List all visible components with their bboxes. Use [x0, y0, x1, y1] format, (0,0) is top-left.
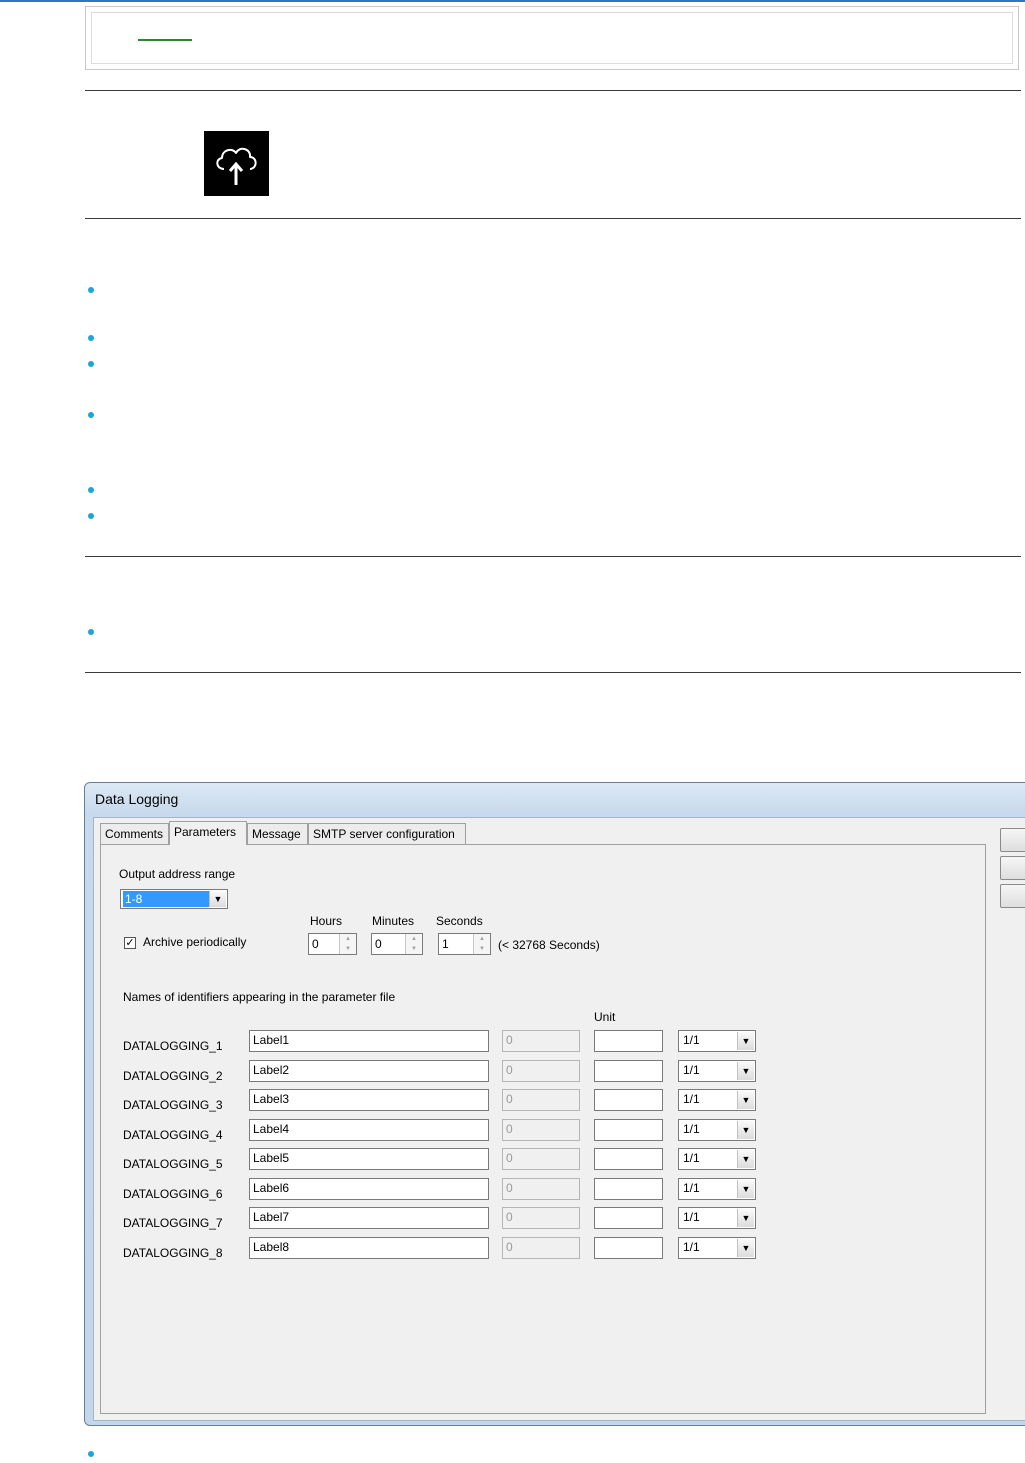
- chevron-down-icon: ▼: [737, 1209, 754, 1227]
- identifier-unit-input[interactable]: [594, 1178, 663, 1200]
- identifier-value-field: 0: [502, 1119, 580, 1141]
- seconds-spinner[interactable]: 1 ▲ ▼: [438, 933, 491, 955]
- chevron-down-icon: ▼: [737, 1180, 754, 1198]
- identifier-value-field: 0: [502, 1030, 580, 1052]
- identifier-ratio-select[interactable]: 1/1 ▼: [678, 1148, 756, 1170]
- bullet-icon: [88, 412, 94, 418]
- chevron-down-icon: ▼: [737, 1121, 754, 1139]
- archive-periodically-label: Archive periodically: [143, 935, 247, 949]
- seconds-label: Seconds: [436, 914, 483, 928]
- identifier-value-field: 0: [502, 1089, 580, 1111]
- note-link[interactable]: [138, 39, 192, 41]
- identifier-label-input[interactable]: Label7: [249, 1207, 489, 1229]
- bullet-icon: [88, 487, 94, 493]
- spin-down-icon[interactable]: ▼: [474, 944, 490, 954]
- identifier-unit-input[interactable]: [594, 1030, 663, 1052]
- divider: [85, 90, 1021, 91]
- bullet-icon: [88, 287, 94, 293]
- identifier-value-field: 0: [502, 1060, 580, 1082]
- identifier-label-input[interactable]: Label5: [249, 1148, 489, 1170]
- tab-message[interactable]: Message: [247, 823, 308, 844]
- bullet-icon: [88, 629, 94, 635]
- cloud-upload-icon: [204, 131, 269, 196]
- chevron-down-icon: ▼: [737, 1239, 754, 1257]
- ok-button[interactable]: [1000, 828, 1025, 852]
- chevron-down-icon: ▼: [737, 1091, 754, 1109]
- identifier-name: DATALOGGING_3: [123, 1098, 223, 1112]
- divider: [85, 218, 1021, 219]
- identifier-name: DATALOGGING_6: [123, 1187, 223, 1201]
- bullet-icon: [88, 361, 94, 367]
- chevron-down-icon: ▼: [737, 1032, 754, 1050]
- identifier-unit-input[interactable]: [594, 1089, 663, 1111]
- unit-label: Unit: [594, 1010, 616, 1024]
- tab-smtp-server-configuration[interactable]: SMTP server configuration: [308, 823, 466, 844]
- top-accent-line: [0, 0, 1025, 2]
- chevron-down-icon: ▼: [737, 1150, 754, 1168]
- tab-comments[interactable]: Comments: [100, 823, 169, 844]
- divider: [85, 672, 1021, 673]
- chevron-down-icon: ▼: [737, 1062, 754, 1080]
- minutes-spinner[interactable]: 0 ▲ ▼: [371, 933, 423, 955]
- identifier-ratio-select[interactable]: 1/1 ▼: [678, 1030, 756, 1052]
- identifier-value-field: 0: [502, 1207, 580, 1229]
- spin-down-icon[interactable]: ▼: [340, 944, 356, 954]
- identifier-ratio-select[interactable]: 1/1 ▼: [678, 1207, 756, 1229]
- output-range-label: Output address range: [119, 867, 236, 881]
- tab-parameters[interactable]: Parameters: [169, 821, 247, 845]
- identifier-unit-input[interactable]: [594, 1207, 663, 1229]
- hours-label: Hours: [310, 914, 343, 928]
- identifier-label-input[interactable]: Label4: [249, 1119, 489, 1141]
- identifier-ratio-select[interactable]: 1/1 ▼: [678, 1119, 756, 1141]
- identifier-unit-input[interactable]: [594, 1237, 663, 1259]
- identifier-ratio-select[interactable]: 1/1 ▼: [678, 1060, 756, 1082]
- dialog-title: Data Logging: [95, 791, 179, 807]
- identifier-ratio-select[interactable]: 1/1 ▼: [678, 1089, 756, 1111]
- dialog-body: Comments Parameters Message SMTP server …: [93, 817, 1025, 1421]
- help-button[interactable]: [1000, 884, 1025, 908]
- identifier-value-field: 0: [502, 1148, 580, 1170]
- identifier-name: DATALOGGING_5: [123, 1157, 223, 1171]
- identifiers-label: Names of identifiers appearing in the pa…: [123, 990, 396, 1004]
- cancel-button[interactable]: [1000, 856, 1025, 880]
- hours-spinner[interactable]: 0 ▲ ▼: [308, 933, 357, 955]
- bullet-icon: [88, 335, 94, 341]
- bullet-icon: [88, 513, 94, 519]
- identifier-unit-input[interactable]: [594, 1060, 663, 1082]
- minutes-label: Minutes: [372, 914, 415, 928]
- identifier-label-input[interactable]: Label2: [249, 1060, 489, 1082]
- identifier-label-input[interactable]: Label1: [249, 1030, 489, 1052]
- identifier-unit-input[interactable]: [594, 1148, 663, 1170]
- identifier-name: DATALOGGING_7: [123, 1216, 223, 1230]
- divider: [85, 556, 1021, 557]
- identifier-ratio-select[interactable]: 1/1 ▼: [678, 1237, 756, 1259]
- bullet-icon: [88, 1451, 94, 1457]
- identifier-name: DATALOGGING_4: [123, 1128, 223, 1142]
- identifier-unit-input[interactable]: [594, 1119, 663, 1141]
- identifier-value-field: 0: [502, 1178, 580, 1200]
- identifier-name: DATALOGGING_1: [123, 1039, 223, 1053]
- spin-down-icon[interactable]: ▼: [406, 944, 422, 954]
- parameters-panel: Output address range 1-8 ▼ ✓ Archive per…: [100, 844, 986, 1414]
- chevron-down-icon: ▼: [209, 891, 226, 907]
- seconds-hint: (< 32768 Seconds): [498, 938, 600, 952]
- identifier-label-input[interactable]: Label3: [249, 1089, 489, 1111]
- output-range-select[interactable]: 1-8 ▼: [120, 889, 228, 909]
- identifier-name: DATALOGGING_8: [123, 1246, 223, 1260]
- archive-periodically-checkbox[interactable]: ✓: [124, 937, 136, 949]
- identifier-label-input[interactable]: Label6: [249, 1178, 489, 1200]
- note-box: [85, 6, 1019, 70]
- identifier-name: DATALOGGING_2: [123, 1069, 223, 1083]
- identifier-value-field: 0: [502, 1237, 580, 1259]
- data-logging-dialog: Data Logging Comments Parameters Message…: [84, 782, 1025, 1426]
- identifier-label-input[interactable]: Label8: [249, 1237, 489, 1259]
- identifier-ratio-select[interactable]: 1/1 ▼: [678, 1178, 756, 1200]
